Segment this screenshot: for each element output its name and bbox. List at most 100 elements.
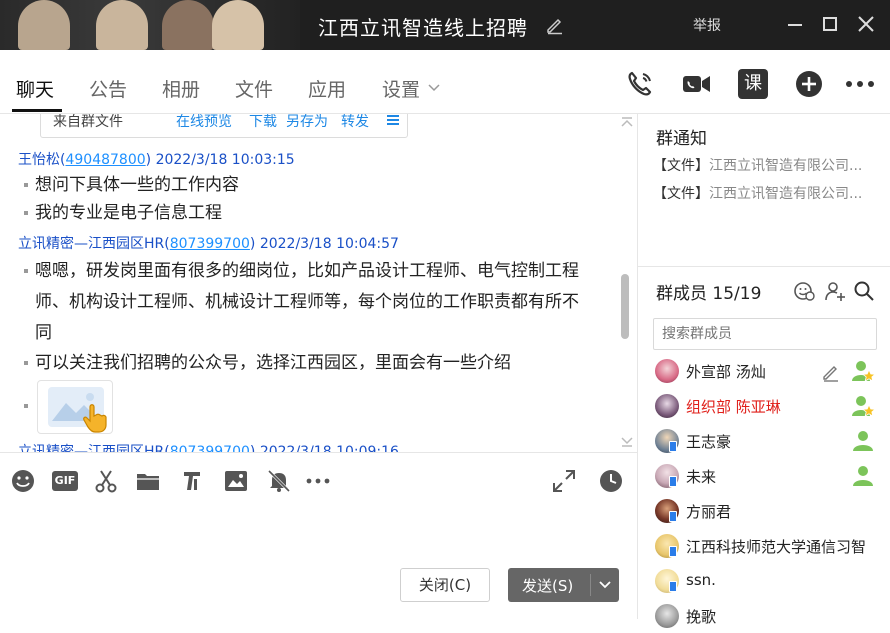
phone-call-icon[interactable] — [624, 68, 656, 100]
sender-uid[interactable]: 807399700 — [170, 444, 250, 452]
chat-history[interactable]: 来自群文件 在线预览 下载 另存为 转发 王怡松(490487800) 2022… — [0, 114, 637, 452]
banner-face — [96, 0, 148, 50]
add-circle-icon[interactable] — [793, 68, 825, 100]
member-row[interactable]: 挽歌 — [653, 599, 889, 633]
music-icon[interactable] — [179, 468, 205, 494]
member-row[interactable]: 方丽君 — [653, 494, 889, 528]
message-text: 师、机构设计工程师、机械设计工程师等，每个岗位的工作职责都有所不 — [35, 292, 579, 312]
member-icon — [853, 431, 873, 451]
bullet — [24, 211, 28, 215]
member-row[interactable]: ssn. — [653, 564, 889, 598]
member-row[interactable]: 组织部 陈亚琳 — [653, 389, 889, 423]
member-name: 江西科技师范大学通信习智 — [686, 538, 867, 556]
report-button[interactable]: 举报 — [693, 15, 721, 35]
tab-album[interactable]: 相册 — [162, 75, 200, 102]
minimize-icon[interactable] — [783, 12, 807, 36]
chevron-down-icon[interactable] — [596, 574, 614, 594]
send-button[interactable]: 发送(S) — [508, 568, 619, 602]
course-icon[interactable]: 课 — [738, 69, 768, 99]
banner-face — [212, 0, 264, 50]
notice-text: 江西立讯智造有限公司... — [709, 186, 863, 202]
edit-pencil-icon[interactable] — [545, 15, 565, 35]
message-text: 可以关注我们招聘的公众号，选择江西园区，里面会有一些介绍 — [35, 353, 511, 373]
more-icon[interactable] — [844, 68, 876, 100]
mobile-online-icon — [669, 476, 677, 487]
member-row[interactable]: 江西科技师范大学通信习智 — [653, 529, 889, 563]
image-message[interactable] — [37, 380, 113, 434]
message-sender[interactable]: 王怡松(490487800) 2022/3/18 10:03:15 — [18, 149, 295, 169]
tab-announcement[interactable]: 公告 — [89, 75, 127, 102]
tab-chat[interactable]: 聊天 — [16, 75, 54, 102]
member-name: 组织部 陈亚琳 — [686, 398, 781, 416]
scroll-up-icon[interactable] — [620, 116, 634, 128]
message-sender[interactable]: 立讯精密—江西园区HR(807399700) 2022/3/18 10:09:1… — [18, 441, 399, 452]
member-row[interactable]: 未来 — [653, 459, 889, 493]
member-icon — [853, 466, 873, 486]
notice-item[interactable]: 【文件】江西立讯智造有限公司... — [653, 155, 862, 175]
group-side-panel: 群通知 【文件】江西立讯智造有限公司... 【文件】江西立讯智造有限公司... … — [637, 114, 890, 628]
folder-icon[interactable] — [135, 468, 161, 494]
member-name: 王志豪 — [686, 433, 732, 451]
file-download-link[interactable]: 下载 — [249, 114, 277, 131]
tab-apps[interactable]: 应用 — [308, 75, 346, 102]
add-member-icon[interactable] — [824, 280, 846, 302]
mute-bell-icon[interactable] — [266, 468, 292, 494]
image-icon[interactable] — [223, 468, 249, 494]
video-call-icon[interactable] — [680, 68, 712, 100]
menu-icon[interactable] — [385, 114, 401, 128]
notice-item[interactable]: 【文件】江西立讯智造有限公司... — [653, 183, 862, 203]
member-search-input[interactable] — [653, 318, 877, 350]
sender-uid[interactable]: 490487800 — [65, 152, 145, 168]
file-forward-link[interactable]: 转发 — [341, 114, 369, 131]
bullet — [24, 361, 28, 365]
maximize-icon[interactable] — [818, 12, 842, 36]
member-name: 外宣部 汤灿 — [686, 363, 766, 381]
file-preview-link[interactable]: 在线预览 — [176, 114, 232, 131]
member-name: 挽歌 — [686, 608, 717, 626]
search-icon[interactable] — [853, 280, 875, 302]
scroll-down-icon[interactable] — [620, 436, 634, 448]
message-text: 嗯嗯，研发岗里面有很多的细岗位，比如产品设计工程师、电气控制工程 — [35, 261, 579, 281]
member-row[interactable]: 外宣部 汤灿 — [653, 354, 889, 388]
close-button[interactable]: 关闭(C) — [400, 568, 490, 602]
admin-star-icon — [852, 361, 875, 382]
gif-icon[interactable]: GIF — [52, 471, 78, 491]
group-banner-image — [0, 0, 300, 50]
mobile-online-icon — [669, 511, 677, 522]
title-bar: 江西立讯智造线上招聘 举报 — [0, 0, 890, 50]
member-emoji-icon[interactable] — [793, 280, 815, 302]
admin-star-icon — [852, 396, 875, 417]
message-sender[interactable]: 立讯精密—江西园区HR(807399700) 2022/3/18 10:04:5… — [18, 233, 399, 253]
emoji-icon[interactable] — [10, 468, 36, 494]
scrollbar-thumb[interactable] — [621, 274, 629, 339]
banner-face — [18, 0, 70, 50]
message-input-area[interactable]: GIF 关闭(C) 发送(S) — [0, 452, 637, 619]
banner-face — [162, 0, 214, 50]
close-icon[interactable] — [854, 12, 878, 36]
sender-name: 立讯精密—江西园区HR — [18, 236, 165, 252]
file-card[interactable]: 来自群文件 在线预览 下载 另存为 转发 — [40, 114, 408, 138]
notice-text: 江西立讯智造有限公司... — [709, 158, 863, 174]
notice-tag: 【文件】 — [653, 158, 709, 174]
active-tab-indicator — [12, 109, 62, 112]
avatar — [655, 394, 679, 418]
avatar — [655, 359, 679, 383]
edit-pencil-icon[interactable] — [821, 362, 841, 382]
expand-icon[interactable] — [551, 468, 577, 494]
tab-files[interactable]: 文件 — [235, 75, 273, 102]
bullet — [24, 404, 28, 408]
tab-settings[interactable]: 设置 — [382, 75, 440, 102]
scissors-icon[interactable] — [93, 468, 119, 494]
member-row[interactable]: 王志豪 — [653, 424, 889, 458]
send-button-label: 发送(S) — [522, 577, 574, 595]
more-dots-icon[interactable] — [305, 468, 331, 494]
notice-tag: 【文件】 — [653, 186, 709, 202]
avatar — [655, 604, 679, 628]
file-save-as-link[interactable]: 另存为 — [286, 114, 328, 131]
sender-name: 立讯精密—江西园区HR — [18, 444, 165, 452]
history-clock-icon[interactable] — [598, 468, 624, 494]
member-name: ssn. — [686, 571, 716, 589]
message-time: 2022/3/18 10:04:57 — [259, 236, 399, 252]
sender-uid[interactable]: 807399700 — [170, 236, 250, 252]
window-title: 江西立讯智造线上招聘 — [318, 16, 528, 40]
